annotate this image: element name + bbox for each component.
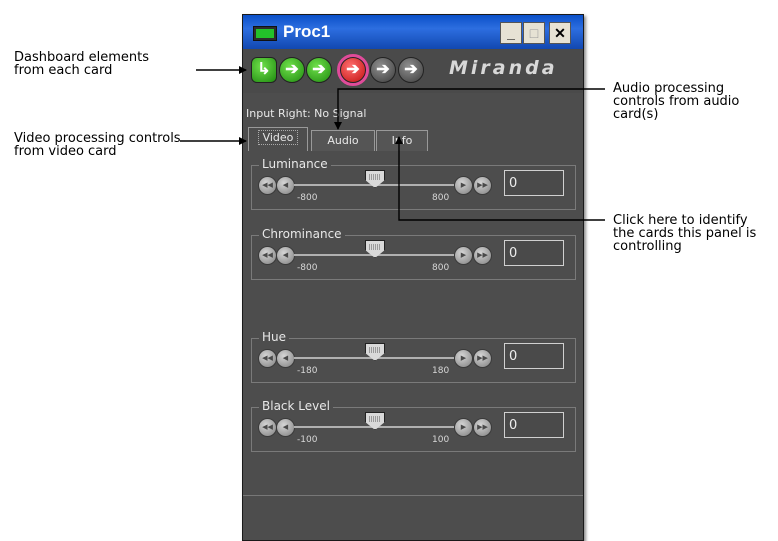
range-min-label: -180 [297,366,318,376]
range-min-label: -800 [297,193,318,203]
control-label: Luminance [259,157,331,171]
tab-video-label: Video [257,130,299,145]
minimize-button[interactable]: _ [500,22,522,44]
window-title: Proc1 [283,22,331,41]
card-status-icon[interactable]: ↳ [251,57,277,83]
callout-line: card(s) [613,107,659,122]
tab-audio-label: Audio [327,134,359,147]
tab-audio[interactable]: Audio [311,130,375,151]
value-field[interactable]: 0 [504,343,564,369]
fast-decrement-button[interactable]: ◀◀ [258,418,277,437]
tab-bar: Video Audio Info [246,127,576,151]
increment-button[interactable]: ▶ [454,246,473,265]
range-min-label: -800 [297,263,318,273]
title-bar[interactable]: Proc1 _ □ ✕ [243,15,583,49]
miranda-logo: Miranda [449,57,558,79]
range-max-label: 800 [432,193,450,203]
dashboard-bar: ↳ ➔ ➔ ➔ ➔ ➔ Miranda [243,49,583,93]
callout-info: Click here to identify the cards this pa… [613,214,756,253]
control-group: Luminance ◀◀ ◀ ▶ ▶▶ -800 800 0 [251,157,576,210]
value-field[interactable]: 0 [504,240,564,266]
value-field[interactable]: 0 [504,170,564,196]
tab-info[interactable]: Info [376,130,428,151]
close-button[interactable]: ✕ [549,22,571,44]
callout-line: from video card [14,144,117,159]
fast-increment-button[interactable]: ▶▶ [473,176,492,195]
control-group: Chrominance ◀◀ ◀ ▶ ▶▶ -800 800 0 [251,227,576,280]
callout-video: Video processing controls from video car… [14,132,181,158]
app-icon [253,26,277,41]
control-group: Hue ◀◀ ◀ ▶ ▶▶ -180 180 0 [251,330,576,383]
value-field[interactable]: 0 [504,412,564,438]
increment-button[interactable]: ▶ [454,176,473,195]
callout-dashboard: Dashboard elements from each card [14,51,149,77]
callout-audio: Audio processing controls from audio car… [613,82,739,121]
fast-increment-button[interactable]: ▶▶ [473,349,492,368]
range-max-label: 800 [432,263,450,273]
fast-decrement-button[interactable]: ◀◀ [258,176,277,195]
decrement-button[interactable]: ◀ [276,176,295,195]
decrement-button[interactable]: ◀ [276,246,295,265]
control-group: Black Level ◀◀ ◀ ▶ ▶▶ -100 100 0 [251,399,576,452]
tab-video[interactable]: Video [248,127,308,151]
range-max-label: 180 [432,366,450,376]
fast-increment-button[interactable]: ▶▶ [473,246,492,265]
fast-decrement-button[interactable]: ◀◀ [258,349,277,368]
decrement-button[interactable]: ◀ [276,349,295,368]
maximize-button[interactable]: □ [523,22,545,44]
arrow-right-icon[interactable]: ➔ [337,54,369,86]
arrow-right-icon[interactable]: ➔ [370,57,396,83]
arrow-right-icon[interactable]: ➔ [306,57,332,83]
fast-increment-button[interactable]: ▶▶ [473,418,492,437]
range-max-label: 100 [432,435,450,445]
arrow-right-icon[interactable]: ➔ [398,57,424,83]
increment-button[interactable]: ▶ [454,418,473,437]
proc-window: Proc1 _ □ ✕ ↳ ➔ ➔ ➔ ➔ ➔ Miranda Input Right: … [242,14,584,541]
status-separator [243,495,583,496]
callout-line: from each card [14,63,113,78]
fast-decrement-button[interactable]: ◀◀ [258,246,277,265]
input-status: Input Right: No Signal [246,107,367,120]
control-label: Black Level [259,399,333,413]
arrow-right-icon[interactable]: ➔ [279,57,305,83]
control-label: Hue [259,330,290,344]
tab-info-label: Info [391,134,413,147]
callout-line: controlling [613,239,682,254]
decrement-button[interactable]: ◀ [276,418,295,437]
control-label: Chrominance [259,227,345,241]
increment-button[interactable]: ▶ [454,349,473,368]
range-min-label: -100 [297,435,318,445]
